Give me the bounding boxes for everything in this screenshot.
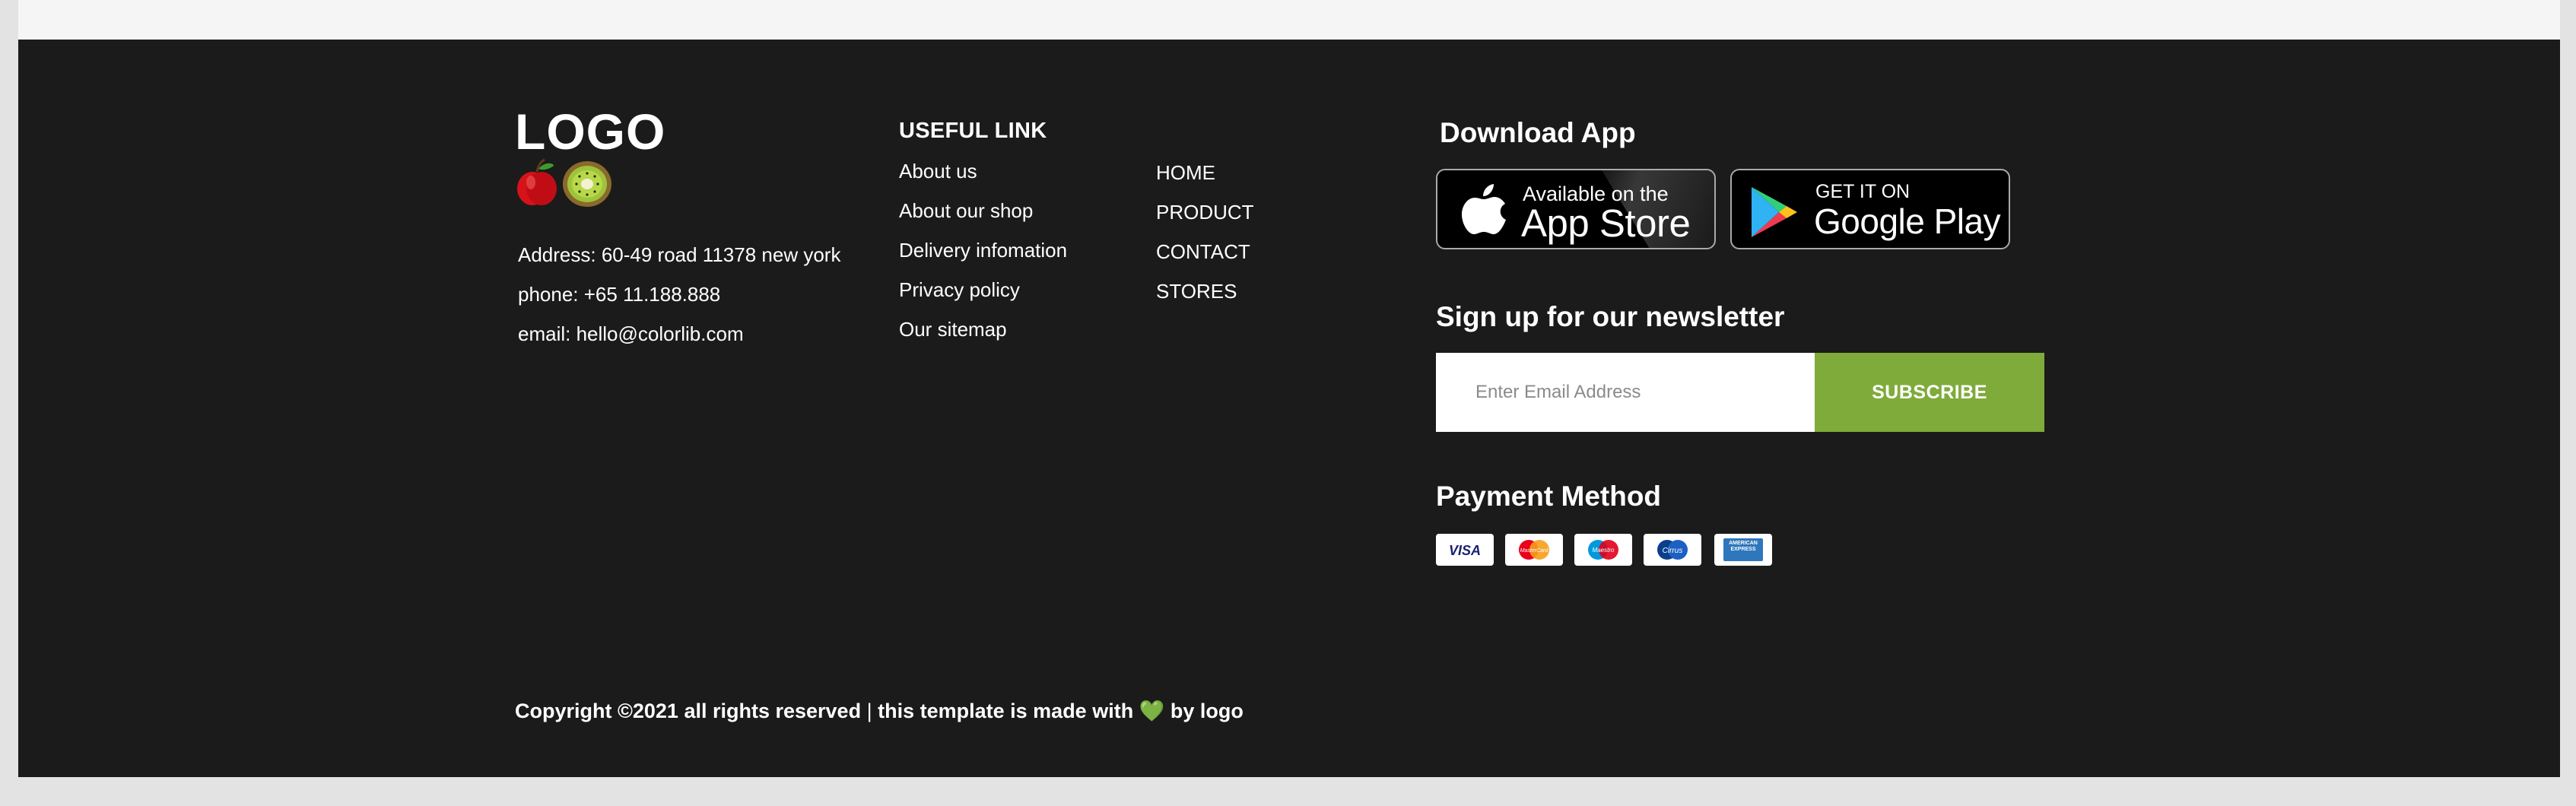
- google-play-small-text: GET IT ON: [1815, 181, 1911, 202]
- apple-icon: [517, 158, 557, 205]
- copyright-middle: this template is made with: [878, 700, 1134, 722]
- mastercard-icon: MasterCard: [1505, 534, 1563, 566]
- maestro-card-icon: Maestro: [1574, 534, 1632, 566]
- newsletter-title: Sign up for our newsletter: [1436, 301, 1785, 332]
- apple-logo-icon: [1462, 184, 1506, 234]
- app-store-button[interactable]: Available on the App Store: [1436, 169, 1716, 249]
- maestro-label: Maestro: [1593, 547, 1615, 554]
- copyright-prefix: Copyright ©2021 all rights reserved: [515, 700, 862, 722]
- copyright-brand-link[interactable]: logo: [1200, 700, 1244, 722]
- amex-label: AMERICAN EXPRESS: [1729, 541, 1758, 553]
- footer-link-sitemap[interactable]: Our sitemap: [899, 319, 1007, 339]
- footer-link-stores[interactable]: STORES: [1156, 281, 1237, 301]
- newsletter-email-input[interactable]: [1436, 353, 1815, 432]
- google-play-big-text: Google Play: [1814, 202, 2001, 241]
- heart-icon: 💚: [1139, 700, 1165, 722]
- payment-method-title: Payment Method: [1436, 481, 1662, 512]
- footer-logo[interactable]: LOGO: [515, 106, 665, 157]
- footer-link-product[interactable]: PRODUCT: [1156, 202, 1254, 222]
- visa-card-icon: VISA: [1436, 534, 1494, 566]
- footer-address: Address: 60-49 road 11378 new york: [518, 243, 841, 266]
- copyright-line: Copyright ©2021 all rights reserved | th…: [515, 701, 1244, 722]
- google-play-button[interactable]: GET IT ON Google Play: [1730, 169, 2010, 249]
- mastercard-label: MasterCard: [1520, 548, 1549, 554]
- app-store-big-text: App Store: [1521, 202, 1691, 245]
- copyright-separator: |: [866, 700, 872, 722]
- footer-phone: phone: +65 11.188.888: [518, 283, 721, 306]
- fruit-logo-icon: [517, 158, 611, 207]
- subscribe-button[interactable]: SUBSCRIBE: [1815, 353, 2044, 432]
- footer-link-about-shop[interactable]: About our shop: [899, 201, 1033, 221]
- site-footer: LOGO Address: 60-49 road 11378 new york …: [18, 40, 2560, 777]
- footer-link-privacy[interactable]: Privacy policy: [899, 280, 1020, 300]
- kiwi-icon: [563, 161, 611, 207]
- amex-card-icon: AMERICAN EXPRESS: [1714, 534, 1772, 566]
- useful-link-heading: USEFUL LINK: [899, 119, 1047, 143]
- footer-email: email: hello@colorlib.com: [518, 322, 744, 345]
- footer-link-delivery[interactable]: Delivery infomation: [899, 240, 1067, 260]
- page-top-strip: [18, 0, 2560, 40]
- cirrus-card-icon: Cirrus: [1644, 534, 1701, 566]
- copyright-by: by: [1170, 700, 1195, 722]
- footer-link-contact[interactable]: CONTACT: [1156, 242, 1250, 262]
- footer-link-about-us[interactable]: About us: [899, 161, 977, 181]
- cirrus-label: Cirrus: [1663, 547, 1683, 555]
- download-app-title: Download App: [1440, 117, 1636, 148]
- visa-label: VISA: [1449, 543, 1481, 558]
- footer-link-home[interactable]: HOME: [1156, 163, 1215, 182]
- google-play-icon: [1752, 187, 1797, 237]
